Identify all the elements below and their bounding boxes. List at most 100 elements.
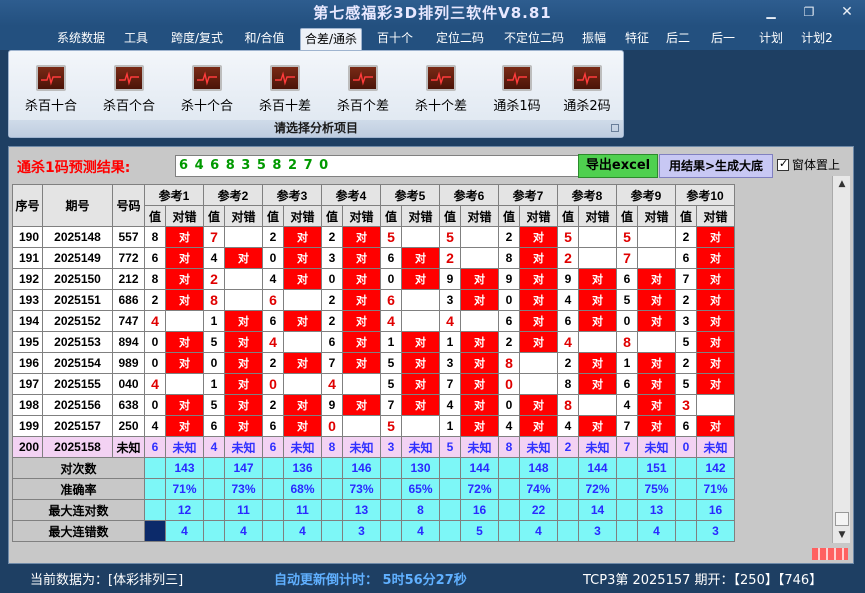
subcol-hit: 对错 (637, 205, 676, 227)
ribbon-button-2[interactable]: 杀百个合 (93, 65, 165, 121)
ribbon-button-1[interactable]: 杀百十合 (15, 65, 87, 121)
maximize-icon[interactable]: ❐ (798, 3, 820, 21)
cell-miss (695, 394, 736, 416)
ribbon-button-7[interactable]: 通杀1码 (481, 65, 553, 121)
cell-pred-value: 6 (262, 436, 284, 458)
scroll-thumb[interactable] (835, 512, 849, 526)
stat-spacer (203, 478, 225, 500)
cell-hit: 对 (637, 268, 676, 290)
stat-value: 72% (578, 478, 617, 500)
cell-hit: 对 (165, 247, 204, 269)
cell-issue: 2025156 (42, 394, 113, 416)
subcol-value: 值 (380, 205, 402, 227)
menu-tab-8[interactable]: 不定位二码 (497, 28, 571, 50)
stat-spacer (321, 478, 343, 500)
chart-monitor-icon (192, 65, 222, 91)
cell-value: 2 (498, 331, 520, 353)
stat-spacer (144, 457, 166, 479)
table-row[interactable]: 192 2025150 212 8 对 2 4 对 0 对 0 对 9 对 9 对 9 对 6 对 7 对 (12, 268, 736, 290)
menu-tab-13[interactable]: 计划 (754, 28, 788, 50)
prediction-result-field[interactable]: 6 4 6 8 3 5 8 2 7 0 (175, 155, 585, 177)
menu-tab-12[interactable]: 后一 (708, 28, 738, 50)
cell-hit: 对 (460, 394, 499, 416)
latest-issue-info: TCP3第 2025157 期开：【250】【746】 (583, 573, 823, 588)
col-ref: 参考1 (144, 184, 204, 206)
stat-value: 4 (283, 520, 322, 542)
stat-value: 8 (401, 499, 440, 521)
menu-tab-4[interactable]: 和/合值 (237, 28, 292, 50)
cell-pred-value: 8 (498, 436, 520, 458)
menu-tab-1[interactable]: 系统数据 (50, 28, 112, 50)
cell-issue: 2025150 (42, 268, 113, 290)
cell-value: 6 (616, 268, 638, 290)
chart-monitor-icon (572, 65, 602, 91)
table-row[interactable]: 191 2025149 772 6 对 4 对 0 对 3 对 6 对 2 8 对 2 7 6 对 (12, 247, 736, 269)
table-row[interactable]: 198 2025156 638 0 对 5 对 2 对 9 对 7 对 4 对 0 对 8 4 对 3 (12, 394, 736, 416)
table-row[interactable]: 196 2025154 989 0 对 0 对 2 对 7 对 5 对 3 对 8 2 对 1 对 2 对 (12, 352, 736, 374)
table-row[interactable]: 199 2025157 250 4 对 6 对 6 对 0 5 1 对 4 对 4 对 7 对 6 对 (12, 415, 736, 437)
stat-spacer (144, 499, 166, 521)
menu-tab-3[interactable]: 跨度/复式 (163, 28, 231, 50)
cell-miss (342, 415, 381, 437)
table-row[interactable]: 193 2025151 686 2 对 8 6 2 对 6 3 对 0 对 4 对 5 对 2 对 (12, 289, 736, 311)
cell-hit: 对 (342, 352, 381, 374)
table-row[interactable]: 194 2025152 747 4 1 对 6 对 2 对 4 4 6 对 6 对 0 对 3 对 (12, 310, 736, 332)
menu-tab-5[interactable]: 合差/通杀 (300, 28, 362, 50)
scroll-down-icon[interactable]: ▼ (833, 527, 851, 543)
vertical-scrollbar[interactable]: ▲ ▼ (832, 176, 850, 543)
cell-value: 9 (321, 394, 343, 416)
cell-value: 0 (262, 373, 284, 395)
menu-tab-10[interactable]: 特征 (621, 28, 653, 50)
ribbon-button-5[interactable]: 杀百个差 (327, 65, 399, 121)
ribbon-panel: 请选择分析项目 杀百十合 杀百个合 杀十个合 杀百十差 杀百个差 杀十个差 通杀1码 通杀2码 (8, 50, 624, 138)
menu-tab-2[interactable]: 工具 (118, 28, 154, 50)
stat-value: 151 (637, 457, 676, 479)
subcol-hit: 对错 (165, 205, 204, 227)
cell-value: 0 (144, 394, 166, 416)
cell-value: 8 (498, 247, 520, 269)
cell-seq: 200 (12, 436, 43, 458)
stat-label: 对次数 (12, 457, 145, 479)
cell-number: 040 (112, 373, 145, 395)
table-row[interactable]: 190 2025148 557 8 对 7 2 对 2 对 5 5 2 对 5 5 2 对 (12, 226, 736, 248)
cell-hit: 对 (224, 331, 263, 353)
stat-spacer (616, 520, 638, 542)
generate-base-button[interactable]: 用结果>生成大底 (659, 154, 773, 178)
ribbon-launcher-icon[interactable] (611, 124, 619, 132)
export-excel-button[interactable]: 导出excel (578, 154, 658, 178)
col-seq: 序号 (12, 184, 43, 227)
cell-hit: 对 (460, 331, 499, 353)
minimize-icon[interactable]: ▁ (760, 3, 782, 21)
cell-value: 4 (262, 331, 284, 353)
cell-hit: 对 (637, 310, 676, 332)
table-row[interactable]: 195 2025153 894 0 对 5 对 4 6 对 1 对 1 对 2 对 4 8 5 对 (12, 331, 736, 353)
ribbon-button-4[interactable]: 杀百十差 (249, 65, 321, 121)
ribbon-button-8[interactable]: 通杀2码 (551, 65, 623, 121)
cell-miss (165, 310, 204, 332)
window-ontop-toggle[interactable]: 窗体置上 (777, 156, 840, 173)
menu-tab-9[interactable]: 振幅 (578, 28, 610, 50)
cell-number: 686 (112, 289, 145, 311)
menu-tab-7[interactable]: 定位二码 (429, 28, 491, 50)
close-icon[interactable]: ✕ (836, 3, 858, 21)
cell-hit: 对 (695, 226, 736, 248)
ribbon-button-3[interactable]: 杀十个合 (171, 65, 243, 121)
menu-tab-6[interactable]: 百十个 (373, 28, 417, 50)
menu-tab-11[interactable]: 后二 (663, 28, 693, 50)
cell-value: 9 (557, 268, 579, 290)
stat-value: 143 (165, 457, 204, 479)
stat-spacer (321, 520, 343, 542)
menu-tab-14[interactable]: 计划2 (797, 28, 837, 50)
ribbon-button-6[interactable]: 杀十个差 (405, 65, 477, 121)
stat-spacer (675, 520, 697, 542)
table-row[interactable]: 197 2025155 040 4 1 对 0 4 5 对 7 对 0 8 对 6 对 5 对 (12, 373, 736, 395)
scroll-up-icon[interactable]: ▲ (833, 176, 851, 192)
cell-seq: 191 (12, 247, 43, 269)
ontop-checkbox[interactable] (777, 157, 789, 171)
cell-miss (283, 331, 322, 353)
stat-value: 16 (695, 499, 736, 521)
prediction-row[interactable]: 200 2025158 未知 6 未知 4 未知 6 未知 8 未知 3 未知 5 未知 8 未知 2 未知 7 未知 0… (12, 436, 736, 458)
cell-value: 6 (498, 310, 520, 332)
stat-spacer (203, 457, 225, 479)
cell-value: 2 (557, 247, 579, 269)
